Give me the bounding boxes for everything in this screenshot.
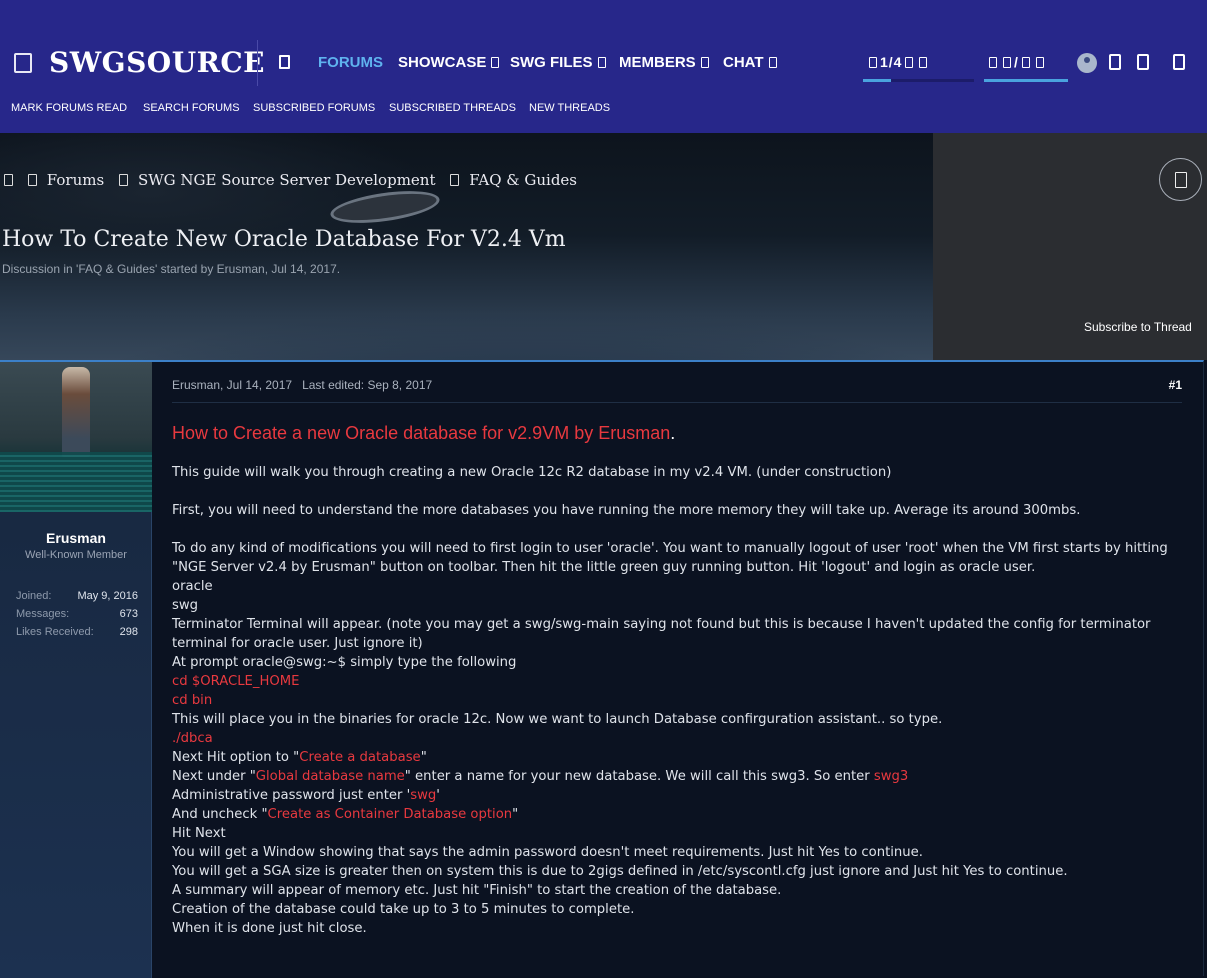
- paragraph: This guide will walk you through creatin…: [172, 465, 892, 480]
- post-meta: Erusman, Jul 14, 2017 Last edited: Sep 8…: [172, 378, 1182, 392]
- chevron-down-icon: [491, 57, 500, 68]
- breadcrumb: Forums SWG NGE Source Server Development…: [4, 171, 587, 189]
- stat-joined: Joined: May 9, 2016: [16, 590, 138, 602]
- text-line: You will get a SGA size is greater then …: [172, 864, 1068, 879]
- subnav-mark-forums-read[interactable]: MARK FORUMS READ: [11, 102, 127, 114]
- text-line: A summary will appear of memory etc. Jus…: [172, 883, 782, 898]
- user-title: Well-Known Member: [25, 549, 127, 561]
- nav-forums[interactable]: FORUMS: [318, 54, 383, 71]
- thread-title: How To Create New Oracle Database For V2…: [2, 227, 566, 252]
- post-body: This guide will walk you through creatin…: [172, 463, 1182, 938]
- nav-chat[interactable]: CHAT: [723, 54, 777, 71]
- subnav-search-forums[interactable]: SEARCH FORUMS: [143, 102, 240, 114]
- text-line: This will place you in the binaries for …: [172, 712, 943, 727]
- user-avatar-icon[interactable]: [1077, 53, 1097, 73]
- subnav-subscribed-threads[interactable]: SUBSCRIBED THREADS: [389, 102, 516, 114]
- chevron-down-icon: [768, 57, 777, 68]
- menu-icon[interactable]: [14, 53, 32, 73]
- command-line: cd $ORACLE_HOME: [172, 674, 300, 689]
- breadcrumb-separator-icon: [450, 174, 460, 186]
- stat-likes: Likes Received: 298: [16, 626, 138, 638]
- site-logo[interactable]: SWGSOURCE: [49, 46, 265, 79]
- more-icon[interactable]: [1173, 54, 1185, 70]
- inbox-button[interactable]: 1/4: [866, 54, 930, 70]
- home-icon[interactable]: [279, 55, 290, 69]
- avatar[interactable]: [0, 362, 152, 512]
- badge-icon: [1003, 57, 1011, 68]
- breadcrumb-separator-icon: [27, 174, 37, 186]
- home-icon[interactable]: [4, 174, 13, 186]
- post-date[interactable]: Erusman, Jul 14, 2017 Last edited: Sep 8…: [172, 378, 432, 392]
- post-number[interactable]: #1: [1169, 378, 1182, 392]
- subscribe-thread-link[interactable]: Subscribe to Thread: [1084, 320, 1192, 334]
- envelope-icon: [869, 57, 877, 68]
- alerts-underline: [984, 79, 1068, 82]
- text-line: oracle: [172, 579, 213, 594]
- post-container: Erusman Well-Known Member Joined: May 9, …: [0, 360, 1204, 978]
- text-line: You will get a Window showing that says …: [172, 845, 923, 860]
- divider: [172, 402, 1182, 403]
- alerts-count: /: [1014, 54, 1019, 70]
- user-stats: Joined: May 9, 2016 Messages: 673 Likes Re…: [16, 590, 138, 644]
- breadcrumb-separator-icon: [118, 174, 128, 186]
- subnav-subscribed-forums[interactable]: SUBSCRIBED FORUMS: [253, 102, 375, 114]
- divider: [257, 40, 258, 86]
- alert-icon: [989, 57, 997, 68]
- command-line: cd bin: [172, 693, 213, 708]
- user-sidebar: Erusman Well-Known Member Joined: May 9, …: [0, 362, 152, 978]
- chevron-down-icon: [700, 57, 709, 68]
- nav-members[interactable]: MEMBERS: [619, 54, 709, 71]
- text-line: At prompt oracle@swg:~$ simply type the …: [172, 655, 517, 670]
- text-line: Creation of the database could take up t…: [172, 902, 635, 917]
- text-line: And uncheck "Create as Container Databas…: [172, 807, 519, 822]
- search-icon[interactable]: [1137, 54, 1149, 70]
- text-line: Terminator Terminal will appear. (note y…: [172, 617, 1151, 651]
- top-navigation-bar: SWGSOURCE FORUMS SHOWCASE SWG FILES MEMB…: [0, 0, 1207, 133]
- breadcrumb-faq-guides[interactable]: FAQ & Guides: [469, 171, 577, 189]
- thread-subtitle: Discussion in 'FAQ & Guides' started by …: [2, 262, 341, 276]
- text-line: Hit Next: [172, 826, 226, 841]
- command-line: ./dbca: [172, 731, 213, 746]
- instructions: To do any kind of modifications you will…: [172, 539, 1182, 938]
- watch-thread-button[interactable]: [1159, 158, 1202, 201]
- chevron-down-icon: [597, 57, 606, 68]
- text-line: Next under "Global database name" enter …: [172, 769, 909, 784]
- settings-icon[interactable]: [1109, 54, 1121, 70]
- text-line: swg: [172, 598, 199, 613]
- text-line: Next Hit option to "Create a database": [172, 750, 427, 765]
- inbox-underline: [863, 79, 974, 82]
- avatar-figure: [62, 367, 90, 457]
- breadcrumb-swg-nge[interactable]: SWG NGE Source Server Development: [138, 171, 436, 189]
- inbox-count: 1/4: [880, 54, 903, 70]
- subnav-new-threads[interactable]: NEW THREADS: [529, 102, 610, 114]
- breadcrumb-forums[interactable]: Forums: [47, 171, 104, 189]
- post-heading: How to Create a new Oracle database for …: [172, 423, 676, 443]
- paragraph: First, you will need to understand the m…: [172, 503, 1081, 518]
- nav-showcase[interactable]: SHOWCASE: [398, 54, 500, 71]
- username[interactable]: Erusman: [0, 530, 152, 546]
- paragraph: To do any kind of modifications you will…: [172, 541, 1168, 575]
- avatar-chat-overlay: [0, 452, 152, 512]
- spaceship-image: [328, 185, 442, 229]
- alerts-button[interactable]: /: [986, 54, 1047, 70]
- text-line: When it is done just hit close.: [172, 921, 367, 936]
- flag-icon: [1035, 57, 1044, 68]
- chevron-down-icon: [1021, 57, 1030, 68]
- chevron-down-icon: [905, 57, 914, 68]
- nav-swg-files[interactable]: SWG FILES: [510, 54, 606, 71]
- stat-messages: Messages: 673: [16, 608, 138, 620]
- text-line: Administrative password just enter 'swg': [172, 788, 440, 803]
- bell-icon: [919, 57, 928, 68]
